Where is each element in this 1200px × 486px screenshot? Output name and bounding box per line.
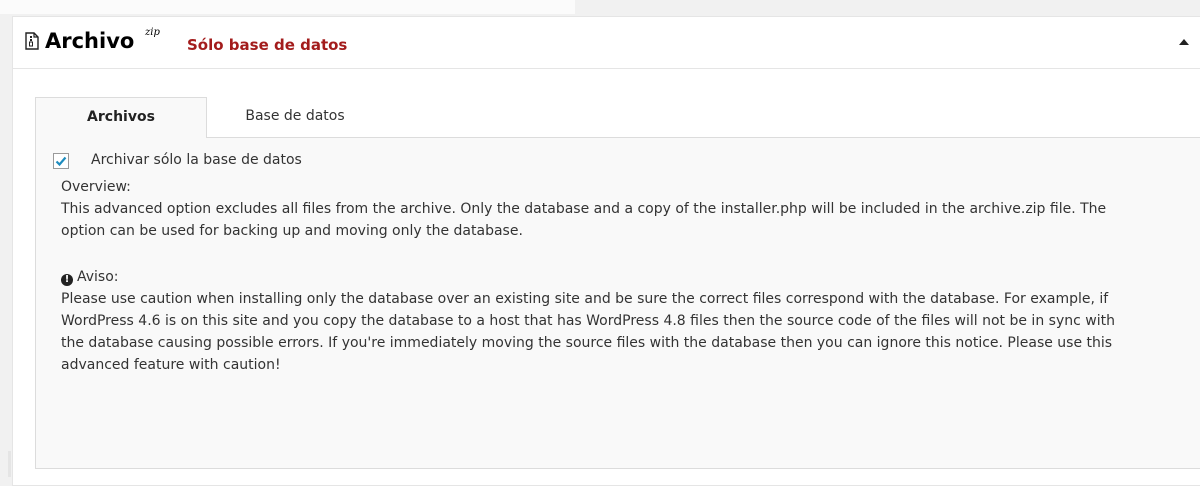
warning-title: Aviso: (77, 269, 119, 285)
tab-base-de-datos[interactable]: Base de datos (207, 97, 383, 136)
left-divider (8, 451, 11, 477)
tabs-container: Archivos Base de datos Archivar sólo la … (35, 97, 1200, 469)
overview-text: This advanced option excludes all files … (61, 201, 1107, 239)
checkmark-icon (55, 156, 67, 167)
archive-file-icon (25, 32, 39, 50)
database-only-checkbox-label[interactable]: Archivar sólo la base de datos (91, 150, 302, 170)
archivos-tab-panel: Archivar sólo la base de datos Overview:… (35, 137, 1200, 469)
warning-text: Please use caution when installing only … (61, 291, 1115, 373)
top-strip (0, 0, 1200, 14)
overview-title: Overview: (61, 179, 131, 195)
collapse-up-arrow-icon[interactable] (1179, 39, 1189, 45)
top-strip-highlight (0, 0, 575, 14)
panel-title: Archivo (45, 29, 135, 53)
database-only-status: Sólo base de datos (187, 36, 348, 54)
tab-archivos[interactable]: Archivos (35, 97, 207, 138)
warning-heading: ! Aviso: (61, 266, 119, 288)
zip-badge: zip (145, 27, 160, 38)
info-circle-icon: ! (61, 274, 73, 286)
archive-panel: Archivo zip Sólo base de datos Archivos … (12, 16, 1200, 486)
panel-header[interactable]: Archivo zip Sólo base de datos (13, 17, 1200, 69)
database-only-checkbox[interactable] (53, 153, 69, 169)
